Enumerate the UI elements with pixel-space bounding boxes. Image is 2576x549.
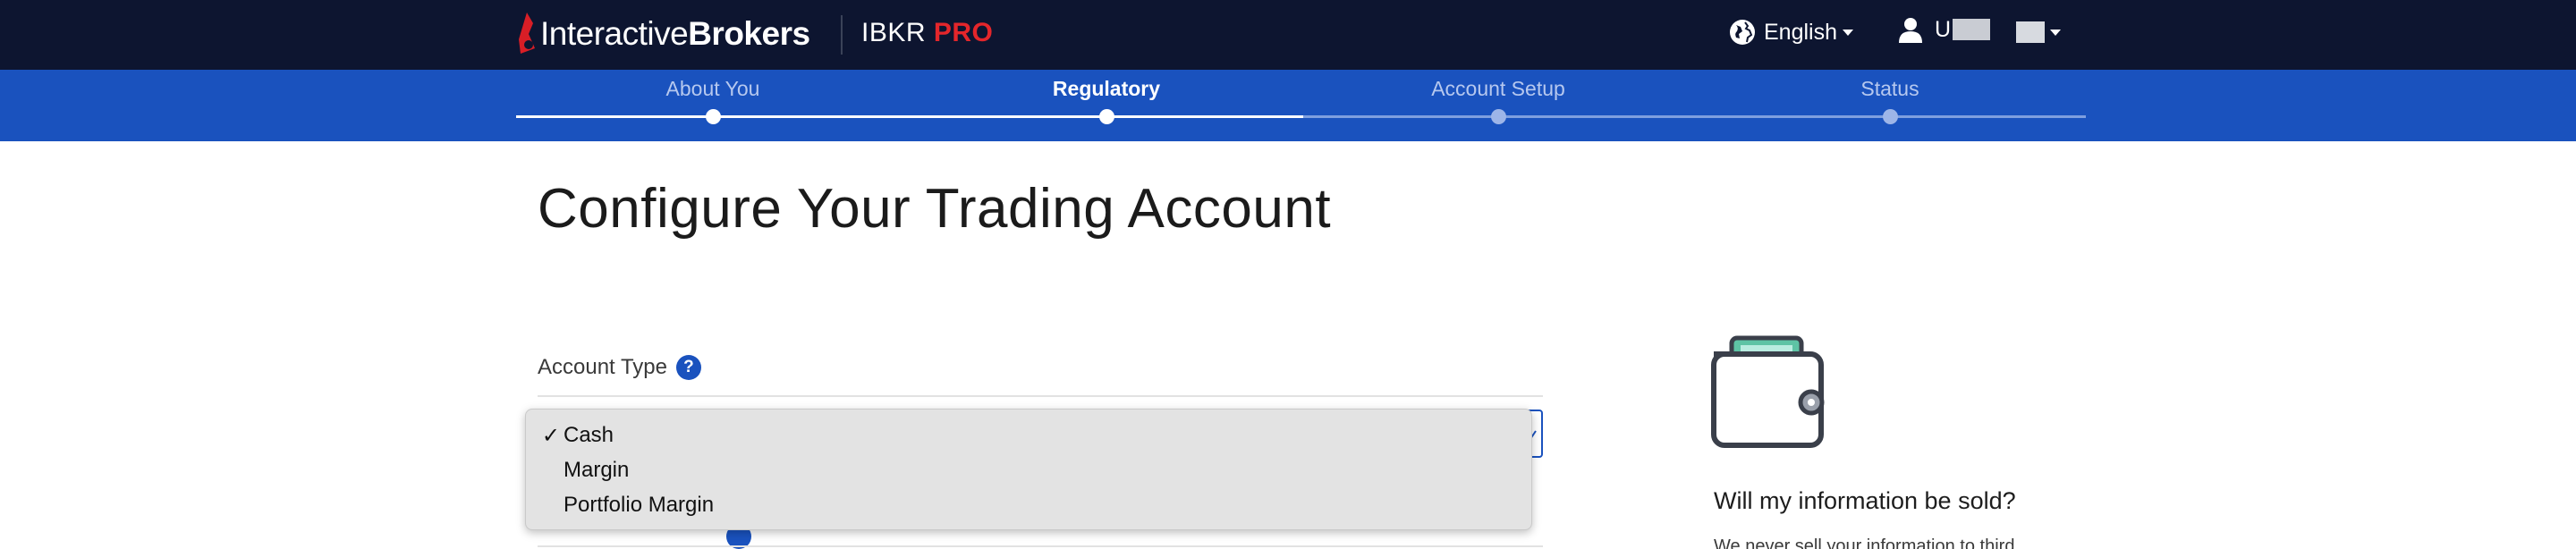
step-about-you[interactable]: About You [579, 77, 847, 101]
language-selector[interactable]: English [1728, 18, 1853, 46]
flag-icon [2016, 21, 2045, 43]
globe-icon [1730, 20, 1755, 45]
product-tier: PRO [933, 18, 994, 47]
progress-steps-bar [0, 70, 2576, 141]
checkmark-icon: ✓ [541, 423, 560, 448]
user-menu[interactable]: U [1897, 16, 1991, 43]
chevron-down-icon [1843, 29, 1853, 36]
section-divider [538, 545, 1543, 547]
info-text: We never sell your information to third [1714, 536, 2015, 549]
account-type-options: ✓ Cash Margin Portfolio Margin [525, 409, 1532, 530]
progress-track-complete [516, 115, 1303, 118]
chevron-down-icon [2050, 29, 2061, 36]
header-divider [841, 15, 843, 55]
page-title: Configure Your Trading Account [538, 178, 1332, 240]
info-heading: Will my information be sold? [1714, 487, 2016, 514]
user-icon [1899, 18, 1922, 43]
ib-logo-icon [519, 13, 535, 54]
step-regulatory: Regulatory [1052, 77, 1161, 100]
flag-selector[interactable] [2016, 21, 2061, 43]
account-type-label: Account Type ? [538, 355, 701, 380]
option-portfolio-margin[interactable]: Portfolio Margin [526, 488, 1531, 522]
language-label: English [1764, 19, 1837, 45]
step-dot-account-setup [1491, 109, 1506, 124]
wallet-icon [1711, 335, 1825, 448]
step-dot-status [1883, 109, 1898, 124]
section-divider [538, 395, 1543, 397]
option-margin[interactable]: Margin [526, 453, 1531, 487]
progress-track-pending [1303, 115, 2086, 118]
step-dot-regulatory [1099, 109, 1114, 124]
user-initial: U [1935, 16, 1952, 42]
product-name: IBKR PRO [861, 18, 994, 47]
masked-username [1953, 19, 1991, 40]
help-icon[interactable]: ? [675, 355, 701, 380]
option-cash[interactable]: ✓ Cash [526, 418, 1531, 452]
brand-name: InteractiveBrokers [540, 15, 810, 52]
step-status: Status [1860, 77, 1919, 100]
step-dot-about-you [706, 109, 721, 124]
brand-logo[interactable]: InteractiveBrokers [517, 9, 810, 59]
step-account-setup: Account Setup [1431, 77, 1565, 100]
top-navigation-bar [0, 0, 2576, 70]
